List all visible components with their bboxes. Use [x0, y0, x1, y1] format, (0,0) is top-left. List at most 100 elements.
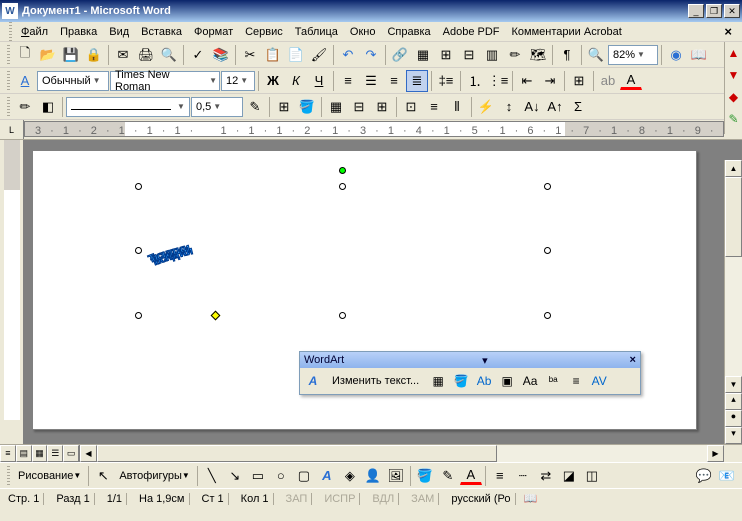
resize-handle[interactable] [135, 312, 142, 319]
arrow-icon[interactable]: ↘ [224, 465, 246, 487]
line-spacing-icon[interactable]: ‡≡ [435, 70, 457, 92]
wordart-toolbar-close-icon[interactable]: × [630, 354, 636, 366]
vertical-scrollbar[interactable]: ▲ ▼ ▴ ● ▾ [724, 160, 742, 444]
resize-handle[interactable] [135, 183, 142, 190]
merge-cells-icon[interactable]: ⊟ [348, 96, 370, 118]
next-page-button[interactable]: ▾ [725, 427, 742, 444]
redo-icon[interactable]: ↷ [360, 44, 382, 66]
close-button[interactable]: ✕ [724, 4, 740, 18]
minimize-button[interactable]: _ [688, 4, 704, 18]
wordart-shape-icon[interactable]: Ab [473, 370, 495, 392]
resize-handle[interactable] [339, 183, 346, 190]
insert-table-icon[interactable]: ⊞ [435, 44, 457, 66]
rotate-handle[interactable] [339, 167, 346, 174]
bold-icon[interactable]: Ж [262, 70, 284, 92]
borders-icon[interactable]: ⊞ [568, 70, 590, 92]
doc-map-icon[interactable]: 🗺 [527, 44, 549, 66]
show-marks-icon[interactable]: ¶ [556, 44, 578, 66]
zoom-fit-icon[interactable]: 🔍 [585, 44, 607, 66]
resize-handle[interactable] [544, 247, 551, 254]
reading-view-button[interactable]: ▭ [63, 445, 79, 462]
tab-align-selector[interactable]: L [0, 120, 24, 139]
line-style-combo[interactable]: ▼ [66, 97, 190, 117]
align-left-icon[interactable]: ≡ [337, 70, 359, 92]
align-right-icon[interactable]: ≡ [383, 70, 405, 92]
line-style-icon[interactable]: ≡ [489, 465, 511, 487]
autoshapes-menu[interactable]: Автофигуры ▼ [115, 468, 194, 484]
vertical-text-icon[interactable]: ᵇᵃ [542, 370, 564, 392]
shading-color-icon[interactable]: 🪣 [296, 96, 318, 118]
italic-icon[interactable]: К [285, 70, 307, 92]
status-language[interactable]: русский (Ро [447, 493, 515, 505]
3d-icon[interactable]: ◫ [581, 465, 603, 487]
menu-file[interactable]: ФФайлайл [15, 24, 54, 40]
hscroll-thumb[interactable] [97, 445, 497, 462]
print-icon[interactable]: 🖨 [135, 44, 157, 66]
status-trk[interactable]: ИСПР [320, 493, 360, 505]
help-icon[interactable]: ◉ [665, 44, 687, 66]
resize-handle[interactable] [544, 183, 551, 190]
fill-color-icon[interactable]: 🪣 [414, 465, 436, 487]
wordart-toolbar-options-icon[interactable]: ▾ [482, 354, 488, 367]
font-color2-icon[interactable]: A [460, 466, 482, 485]
alignment-icon[interactable]: ≡ [565, 370, 587, 392]
decrease-indent-icon[interactable]: ⇤ [516, 70, 538, 92]
scroll-left-button[interactable]: ◀ [80, 445, 97, 462]
border-color-icon[interactable]: ✎ [244, 96, 266, 118]
split-cells-icon[interactable]: ⊞ [371, 96, 393, 118]
toolbar-grip-3[interactable] [7, 97, 10, 117]
rectangle-icon[interactable]: ▭ [247, 465, 269, 487]
resize-handle[interactable] [544, 312, 551, 319]
mail-icon[interactable]: ✉ [112, 44, 134, 66]
text-direction-icon[interactable]: ↕ [498, 96, 520, 118]
menu-table[interactable]: Таблица [289, 24, 344, 40]
align-center-icon[interactable]: ☰ [360, 70, 382, 92]
arrow-style-icon[interactable]: ⇄ [535, 465, 557, 487]
underline-icon[interactable]: Ч [308, 70, 330, 92]
style-combo[interactable]: Обычный▼ [37, 71, 109, 91]
same-height-icon[interactable]: Aa [519, 370, 541, 392]
status-ext[interactable]: ВДЛ [368, 493, 399, 505]
status-ovr[interactable]: ЗАМ [407, 493, 439, 505]
insert-wordart-icon[interactable]: A [302, 370, 324, 392]
format-wordart-icon[interactable]: 🪣 [450, 370, 472, 392]
web-view-button[interactable]: ▤ [16, 445, 32, 462]
menu-view[interactable]: Вид [103, 24, 135, 40]
wordart-toolbar-header[interactable]: WordArt ▾ × [300, 352, 640, 368]
edit-wordart-text-button[interactable]: Изменить текст... [325, 370, 426, 392]
toolbar-grip[interactable] [7, 45, 10, 65]
resize-handle[interactable] [135, 247, 142, 254]
wordart-toolbar[interactable]: WordArt ▾ × A Изменить текст... ▦ 🪣 Ab ▣… [299, 351, 641, 395]
distribute-cols-icon[interactable]: ⦀ [446, 96, 468, 118]
align-justify-icon[interactable]: ≣ [406, 70, 428, 92]
outside-border-icon[interactable]: ⊞ [273, 96, 295, 118]
restore-button[interactable]: ❐ [706, 4, 722, 18]
scroll-down-button[interactable]: ▼ [725, 376, 742, 393]
cut-icon[interactable]: ✂ [239, 44, 261, 66]
menu-help[interactable]: Справка [381, 24, 436, 40]
acrobat-icon-1[interactable]: ▲ [725, 42, 742, 64]
document-viewport[interactable]: Текст надписи Текст надписи [24, 140, 724, 444]
menu-service[interactable]: Сервис [239, 24, 289, 40]
line-weight-combo[interactable]: 0,5▼ [191, 97, 243, 117]
menu-acrobat-comments[interactable]: Комментарии Acrobat [506, 24, 628, 40]
status-rec[interactable]: ЗАП [282, 493, 313, 505]
font-combo[interactable]: Times New Roman▼ [110, 71, 220, 91]
toolbar-grip-2[interactable] [7, 71, 10, 91]
scroll-right-button[interactable]: ▶ [707, 445, 724, 462]
wordart-gallery-icon[interactable]: ▦ [427, 370, 449, 392]
menu-window[interactable]: Окно [344, 24, 382, 40]
text-wrapping-icon[interactable]: ▣ [496, 370, 518, 392]
normal-view-button[interactable]: ≡ [0, 445, 16, 462]
clipart-icon[interactable]: 👤 [362, 465, 384, 487]
resize-handle[interactable] [339, 312, 346, 319]
browse-object-button[interactable]: ● [725, 410, 742, 427]
prev-page-button[interactable]: ▴ [725, 393, 742, 410]
new-doc-icon[interactable]: 🗋 [14, 44, 36, 66]
textbox-icon[interactable]: ▢ [293, 465, 315, 487]
autosum-icon[interactable]: Σ [567, 96, 589, 118]
permission-icon[interactable]: 🔒 [83, 44, 105, 66]
menu-format[interactable]: Формат [188, 24, 239, 40]
zoom-combo[interactable]: 82%▼ [608, 45, 658, 65]
horizontal-ruler[interactable]: 3 · 1 · 2 · 1 · 1 · 1 · 1 · 1 · 1 · 2 · … [24, 121, 724, 137]
